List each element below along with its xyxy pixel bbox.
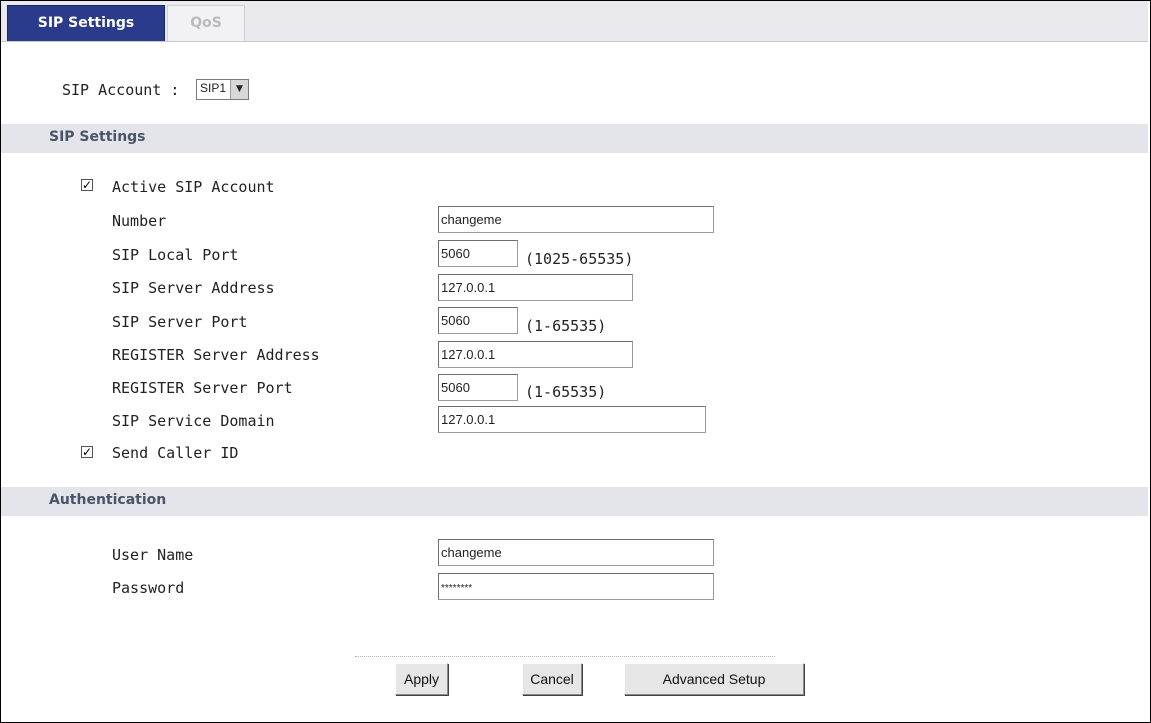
chevron-down-icon[interactable]: ▼ bbox=[230, 80, 248, 99]
sip-account-value: SIP1 bbox=[200, 81, 227, 95]
section-header-authentication: Authentication bbox=[1, 487, 1148, 516]
active-sip-account-label: Active SIP Account bbox=[112, 178, 275, 196]
sip-local-port-input[interactable]: 5060 bbox=[438, 240, 518, 267]
section-header-sip-settings: SIP Settings bbox=[1, 124, 1148, 153]
user-name-label: User Name bbox=[112, 546, 194, 564]
cancel-button[interactable]: Cancel bbox=[522, 663, 582, 695]
sip-local-port-label: SIP Local Port bbox=[112, 246, 239, 264]
sip-server-address-label: SIP Server Address bbox=[112, 279, 275, 297]
active-sip-account-checkbox[interactable]: ✓ bbox=[81, 179, 93, 191]
password-label: Password bbox=[112, 579, 185, 597]
advanced-setup-button[interactable]: Advanced Setup bbox=[624, 663, 804, 695]
register-server-address-input[interactable]: 127.0.0.1 bbox=[438, 341, 633, 368]
sip-account-select[interactable]: SIP1 ▼ bbox=[196, 79, 249, 100]
user-name-input[interactable]: changeme bbox=[438, 539, 714, 566]
tab-qos[interactable]: QoS bbox=[167, 5, 245, 41]
sip-local-port-range: (1025-65535) bbox=[525, 250, 634, 268]
sip-server-port-label: SIP Server Port bbox=[112, 313, 248, 331]
apply-button[interactable]: Apply bbox=[395, 663, 448, 695]
tab-sip-settings[interactable]: SIP Settings bbox=[7, 5, 165, 41]
sip-server-port-input[interactable]: 5060 bbox=[438, 307, 518, 334]
number-label: Number bbox=[112, 212, 167, 230]
sip-service-domain-input[interactable]: 127.0.0.1 bbox=[438, 406, 706, 433]
section-title: Authentication bbox=[49, 492, 167, 508]
number-input[interactable]: changeme bbox=[438, 206, 714, 233]
register-server-address-label: REGISTER Server Address bbox=[112, 346, 320, 364]
register-server-port-label: REGISTER Server Port bbox=[112, 379, 293, 397]
section-title: SIP Settings bbox=[49, 129, 146, 145]
sip-account-label: SIP Account : bbox=[62, 81, 180, 99]
sip-service-domain-label: SIP Service Domain bbox=[112, 412, 275, 430]
register-server-port-range: (1-65535) bbox=[525, 383, 607, 401]
send-caller-id-label: Send Caller ID bbox=[112, 444, 239, 462]
sip-server-address-input[interactable]: 127.0.0.1 bbox=[438, 274, 633, 301]
password-input[interactable]: ******** bbox=[438, 573, 714, 600]
register-server-port-input[interactable]: 5060 bbox=[438, 374, 518, 401]
divider bbox=[355, 656, 775, 657]
send-caller-id-checkbox[interactable]: ✓ bbox=[81, 446, 93, 458]
sip-server-port-range: (1-65535) bbox=[525, 317, 607, 335]
tab-bar: SIP Settings QoS bbox=[1, 1, 1148, 42]
